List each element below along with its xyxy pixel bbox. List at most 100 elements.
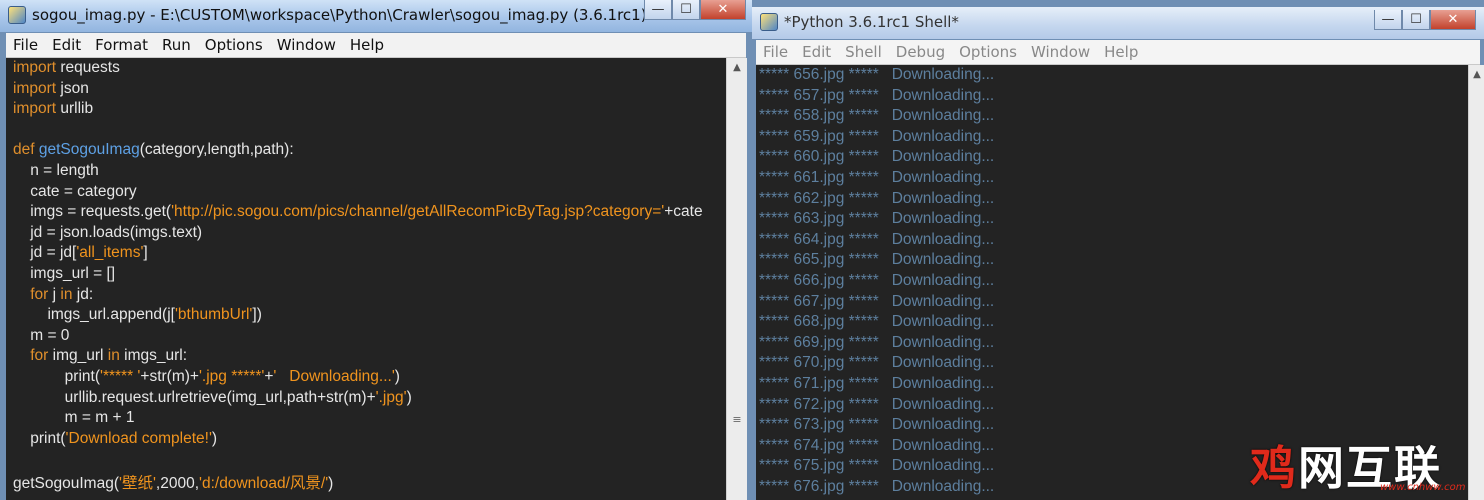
menu-item-format[interactable]: Format [88, 36, 155, 54]
python-file-icon [8, 6, 26, 24]
code-line: jd = jd['all_items'] [13, 244, 148, 265]
code-token: print( [13, 368, 100, 385]
code-editor[interactable]: import requests import json import urllib d… [6, 58, 726, 500]
code-line: m = 0 [13, 327, 69, 348]
shell-menubar: File Edit Shell Debug Options Window Help [756, 40, 1480, 65]
menu-item-shell[interactable]: Shell [838, 43, 889, 61]
code-token: '.jpg' [375, 388, 407, 406]
editor-menubar: File Edit Format Run Options Window Help [6, 33, 746, 58]
code-token: n = length [13, 162, 99, 179]
shell-output-line: ***** 669.jpg ***** Downloading... [759, 333, 995, 351]
menu-item-edit[interactable]: Edit [45, 36, 88, 54]
code-token: ,2000, [155, 475, 200, 492]
code-line: m = m + 1 [13, 409, 135, 430]
shell-output-line: ***** 672.jpg ***** Downloading... [759, 395, 995, 413]
code-token: jd = jd[ [13, 244, 77, 262]
code-token: imgs_url = [] [13, 265, 116, 282]
shell-output-line: ***** 660.jpg ***** Downloading... [759, 148, 995, 166]
menu-item-edit[interactable]: Edit [795, 43, 838, 61]
code-token: ' Downloading...' [273, 368, 395, 385]
code-line: imgs = requests.get('http://pic.sogou.co… [13, 203, 703, 224]
close-button[interactable]: ✕ [1430, 10, 1476, 30]
shell-output-line: ***** 658.jpg ***** Downloading... [759, 107, 995, 125]
shell-output-line: ***** 659.jpg ***** Downloading... [759, 127, 995, 145]
minimize-button[interactable]: — [644, 0, 672, 20]
code-line: import json [13, 80, 89, 101]
code-token: imgs_url.append(j[ [13, 306, 175, 324]
editor-titlebar[interactable]: sogou_imag.py - E:\CUSTOM\workspace\Pyth… [0, 0, 752, 32]
menu-item-file[interactable]: File [756, 43, 795, 61]
scroll-up-arrow-icon[interactable]: ▲ [1469, 65, 1484, 83]
code-token: json [56, 79, 89, 97]
code-token: in [60, 285, 73, 303]
editor-title: sogou_imag.py - E:\CUSTOM\workspace\Pyth… [32, 6, 647, 24]
code-line: jd = json.loads(imgs.text) [13, 224, 202, 245]
code-token: ]) [252, 306, 262, 324]
menu-item-window[interactable]: Window [1024, 43, 1097, 61]
code-token: m = m + 1 [13, 409, 135, 427]
menu-item-window[interactable]: Window [270, 36, 343, 54]
code-token: '***** ' [100, 368, 141, 385]
code-token: '.jpg *****' [198, 368, 265, 385]
shell-output-line: ***** 671.jpg ***** Downloading... [759, 375, 995, 392]
code-token: in [107, 347, 120, 365]
shell-window: *Python 3.6.1rc1 Shell* — ☐ ✕ File Edit Sh… [752, 0, 1484, 500]
code-token: urllib [56, 100, 94, 118]
menu-item-file[interactable]: File [6, 36, 45, 54]
shell-output-line: ***** 664.jpg ***** Downloading... [759, 230, 995, 248]
scroll-up-arrow-icon[interactable]: ▲ [727, 58, 747, 76]
code-line: cate = category [13, 182, 137, 204]
shell-output-line: ***** 666.jpg ***** Downloading... [759, 272, 995, 289]
code-token: getSogouImag( [13, 475, 119, 492]
editor-window: sogou_imag.py - E:\CUSTOM\workspace\Pyth… [0, 0, 752, 500]
shell-output-line: ***** 662.jpg ***** Downloading... [759, 189, 995, 207]
code-token: ) [211, 429, 218, 447]
code-token: 'Download complete!' [65, 429, 212, 447]
shell-output-line: ***** 656.jpg ***** Downloading... [759, 66, 995, 83]
menu-item-options[interactable]: Options [952, 43, 1024, 61]
code-line: n = length [13, 162, 99, 183]
code-token: '壁纸' [119, 475, 156, 492]
menu-item-debug[interactable]: Debug [889, 43, 952, 61]
code-token: j [48, 285, 61, 303]
shell-titlebar[interactable]: *Python 3.6.1rc1 Shell* — ☐ ✕ [752, 7, 1484, 39]
code-token: getSogouImag [38, 141, 140, 159]
menu-item-options[interactable]: Options [198, 36, 270, 54]
code-token: for [30, 285, 49, 303]
code-token: cate = category [13, 182, 137, 200]
close-button[interactable]: ✕ [700, 0, 746, 20]
menu-item-run[interactable]: Run [155, 36, 198, 54]
minimize-button[interactable]: — [1374, 10, 1402, 30]
menu-item-help[interactable]: Help [1097, 43, 1145, 61]
editor-scrollbar[interactable]: ▲ ≡ [726, 58, 747, 500]
code-token: import [13, 100, 57, 118]
shell-output-line: ***** 661.jpg ***** Downloading... [759, 169, 995, 186]
code-line: imgs_url = [] [13, 265, 115, 286]
code-token: imgs = requests.get( [13, 203, 172, 221]
code-token: jd = json.loads(imgs.text) [13, 223, 203, 241]
shell-output-line: ***** 674.jpg ***** Downloading... [759, 436, 995, 454]
code-token: urllib.request.urlretrieve(img_url,path+… [13, 388, 376, 406]
shell-output-line: ***** 675.jpg ***** Downloading... [759, 457, 995, 475]
code-token: print( [13, 429, 66, 447]
code-token: (category,length,path): [139, 141, 294, 159]
shell-output-line: ***** 663.jpg ***** Downloading... [759, 210, 995, 228]
editor-window-controls: — ☐ ✕ [644, 0, 746, 22]
code-token: +cate [664, 203, 703, 221]
code-token: import [13, 79, 57, 97]
maximize-button[interactable]: ☐ [1402, 10, 1430, 30]
shell-output-line: ***** 668.jpg ***** Downloading... [759, 313, 995, 331]
python-shell-icon [760, 13, 778, 31]
code-token: ) [394, 368, 400, 385]
menu-item-help[interactable]: Help [343, 36, 391, 54]
shell-output-line: ***** 657.jpg ***** Downloading... [759, 86, 995, 104]
scroll-grip-icon[interactable]: ≡ [729, 410, 745, 428]
code-token: 'd:/download/风景/' [199, 475, 329, 492]
shell-window-controls: — ☐ ✕ [1374, 10, 1476, 32]
code-token: imgs_url: [119, 347, 188, 365]
code-line: print('Download complete!') [13, 430, 217, 451]
maximize-button[interactable]: ☐ [672, 0, 700, 20]
code-token: ) [328, 475, 334, 492]
code-token: for [30, 347, 49, 365]
